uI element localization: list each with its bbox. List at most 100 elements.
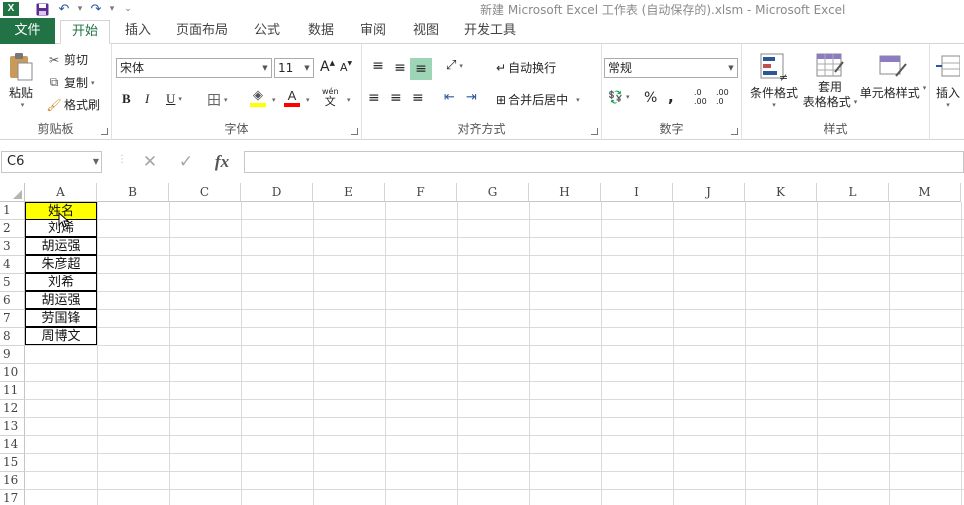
chevron-down-icon[interactable]: ▼ bbox=[93, 152, 99, 172]
tab-formulas[interactable]: 公式 bbox=[244, 20, 290, 44]
border-button[interactable]: 田 ▾ bbox=[207, 90, 228, 110]
row-header-4[interactable]: 4 bbox=[0, 256, 25, 274]
row-header-1[interactable]: 1 bbox=[0, 202, 25, 220]
column-header-d[interactable]: D bbox=[241, 183, 313, 202]
comma-button[interactable]: , bbox=[668, 88, 674, 106]
undo-dropdown-icon[interactable]: ▾ bbox=[75, 4, 85, 14]
orientation-button[interactable]: ⤢ ▾ bbox=[446, 58, 463, 73]
merge-center-button[interactable]: ⊞ 合并后居中 ▾ bbox=[496, 91, 580, 108]
chevron-down-icon[interactable]: ▾ bbox=[459, 62, 463, 70]
align-center-button[interactable]: ≡ bbox=[390, 90, 402, 106]
accounting-format-button[interactable]: 💱 ▾ bbox=[608, 90, 629, 104]
cell-a7[interactable]: 劳国锋 bbox=[25, 309, 97, 327]
chevron-down-icon[interactable]: ▼ bbox=[300, 59, 313, 77]
font-color-button[interactable]: A bbox=[284, 88, 300, 107]
align-right-button[interactable]: ≡ bbox=[412, 90, 424, 106]
cell-a5[interactable]: 刘希 bbox=[25, 273, 97, 291]
column-header-k[interactable]: K bbox=[745, 183, 817, 202]
customize-qat-icon[interactable]: ⌄ bbox=[123, 4, 133, 14]
row-header-7[interactable]: 7 bbox=[0, 310, 25, 328]
worksheet-grid[interactable]: A B C D E F G H I J K L M 1 2 3 4 5 6 7 … bbox=[0, 183, 964, 505]
paste-button[interactable]: 粘贴 ▾ bbox=[4, 52, 38, 112]
chevron-down-icon[interactable]: ▼ bbox=[724, 59, 737, 77]
row-header-16[interactable]: 16 bbox=[0, 472, 25, 490]
font-color-dropdown-icon[interactable]: ▾ bbox=[306, 96, 310, 104]
column-header-m[interactable]: M bbox=[889, 183, 961, 202]
align-bottom-button[interactable]: ≡ bbox=[410, 58, 432, 80]
column-header-l[interactable]: L bbox=[817, 183, 889, 202]
cell-a8[interactable]: 周博文 bbox=[25, 327, 97, 345]
redo-dropdown-icon[interactable]: ▾ bbox=[107, 4, 117, 14]
border-dropdown-icon[interactable]: ▾ bbox=[224, 96, 228, 104]
row-header-2[interactable]: 2 bbox=[0, 220, 25, 238]
phonetic-button[interactable]: wén 文 bbox=[322, 87, 339, 107]
increase-decimal-button[interactable]: .0 .00 bbox=[694, 88, 707, 106]
cell-styles-button[interactable]: 单元格样式 ▾ bbox=[860, 52, 926, 101]
align-left-button[interactable]: ≡ bbox=[368, 90, 380, 106]
font-launcher-icon[interactable] bbox=[351, 128, 358, 135]
redo-icon[interactable]: ↷ bbox=[85, 0, 107, 18]
column-header-b[interactable]: B bbox=[97, 183, 169, 202]
font-name-combo[interactable]: 宋体 ▼ bbox=[116, 58, 272, 78]
font-size-combo[interactable]: 11 ▼ bbox=[274, 58, 314, 78]
row-header-10[interactable]: 10 bbox=[0, 364, 25, 382]
conditional-formatting-button[interactable]: ≠ 条件格式 ▾ bbox=[746, 52, 802, 109]
tab-home[interactable]: 开始 bbox=[60, 20, 110, 44]
align-top-button[interactable]: ≡ bbox=[368, 56, 388, 76]
tab-view[interactable]: 视图 bbox=[403, 20, 449, 44]
column-header-f[interactable]: F bbox=[385, 183, 457, 202]
chevron-down-icon[interactable]: ▾ bbox=[772, 101, 776, 109]
tab-insert[interactable]: 插入 bbox=[115, 20, 161, 44]
format-as-table-button[interactable]: 套用 表格格式 ▾ bbox=[802, 52, 858, 110]
phonetic-dropdown-icon[interactable]: ▾ bbox=[347, 96, 351, 104]
copy-dropdown-icon[interactable]: ▾ bbox=[91, 79, 95, 87]
cell-a6[interactable]: 胡运强 bbox=[25, 291, 97, 309]
underline-dropdown-icon[interactable]: ▾ bbox=[178, 95, 182, 103]
chevron-down-icon[interactable]: ▾ bbox=[946, 101, 950, 109]
chevron-down-icon[interactable]: ▾ bbox=[923, 84, 927, 101]
column-header-j[interactable]: J bbox=[673, 183, 745, 202]
row-header-15[interactable]: 15 bbox=[0, 454, 25, 472]
save-icon[interactable] bbox=[31, 0, 53, 18]
row-header-6[interactable]: 6 bbox=[0, 292, 25, 310]
row-header-11[interactable]: 11 bbox=[0, 382, 25, 400]
format-painter-button[interactable]: 🖌 格式刷 bbox=[46, 96, 100, 113]
shrink-font-button[interactable]: A ▼ bbox=[340, 60, 352, 74]
merge-dropdown-icon[interactable]: ▾ bbox=[576, 96, 580, 104]
paste-dropdown-icon[interactable]: ▾ bbox=[21, 101, 25, 109]
align-middle-button[interactable]: ≡ bbox=[390, 58, 410, 78]
name-box[interactable]: C6 ▼ bbox=[1, 151, 102, 173]
insert-function-icon[interactable]: fx bbox=[204, 152, 240, 172]
column-header-h[interactable]: H bbox=[529, 183, 601, 202]
increase-indent-button[interactable]: ⇥ bbox=[466, 90, 477, 105]
percent-button[interactable]: % bbox=[644, 90, 657, 106]
row-header-17[interactable]: 17 bbox=[0, 490, 25, 505]
cell-a3[interactable]: 胡运强 bbox=[25, 237, 97, 255]
grow-font-button[interactable]: A ▲ bbox=[320, 59, 335, 75]
formula-input[interactable] bbox=[244, 151, 964, 173]
row-header-12[interactable]: 12 bbox=[0, 400, 25, 418]
row-header-9[interactable]: 9 bbox=[0, 346, 25, 364]
tab-page-layout[interactable]: 页面布局 bbox=[170, 20, 234, 44]
row-header-5[interactable]: 5 bbox=[0, 274, 25, 292]
insert-cells-button[interactable]: 插入 ▾ bbox=[936, 52, 960, 109]
column-header-i[interactable]: I bbox=[601, 183, 673, 202]
fill-color-dropdown-icon[interactable]: ▾ bbox=[272, 96, 276, 104]
decrease-indent-button[interactable]: ⇤ bbox=[444, 90, 455, 105]
row-header-3[interactable]: 3 bbox=[0, 238, 25, 256]
copy-button[interactable]: ⧉ 复制 ▾ bbox=[46, 74, 95, 91]
number-format-combo[interactable]: 常规 ▼ bbox=[604, 58, 738, 78]
select-all-corner[interactable] bbox=[0, 183, 25, 202]
alignment-launcher-icon[interactable] bbox=[591, 128, 598, 135]
tab-review[interactable]: 审阅 bbox=[350, 20, 396, 44]
chevron-down-icon[interactable]: ▼ bbox=[258, 59, 271, 77]
cell-a4[interactable]: 朱彦超 bbox=[25, 255, 97, 273]
column-header-g[interactable]: G bbox=[457, 183, 529, 202]
column-header-a[interactable]: A bbox=[25, 183, 97, 202]
tab-data[interactable]: 数据 bbox=[298, 20, 344, 44]
italic-button[interactable]: I bbox=[145, 91, 149, 107]
clipboard-launcher-icon[interactable] bbox=[101, 128, 108, 135]
undo-icon[interactable]: ↶ bbox=[53, 0, 75, 18]
row-header-8[interactable]: 8 bbox=[0, 328, 25, 346]
row-header-13[interactable]: 13 bbox=[0, 418, 25, 436]
